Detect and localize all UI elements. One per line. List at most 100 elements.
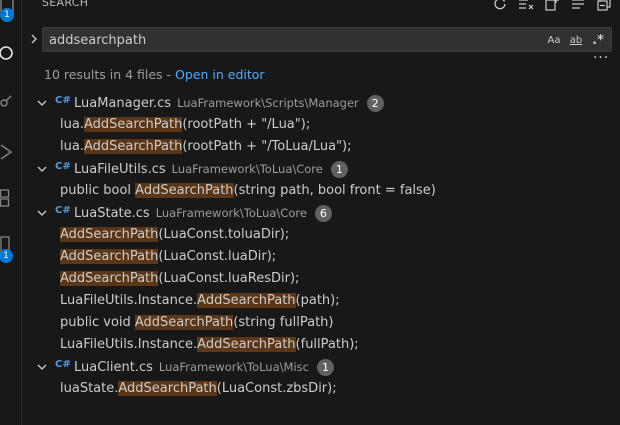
search-options: Aa ab .*	[545, 31, 607, 49]
match-suffix: (rootPath + "/ToLua/Lua");	[182, 139, 352, 154]
search-icon[interactable]	[0, 38, 22, 68]
file-result-row[interactable]: C# LuaClient.cs LuaFramework\ToLua\Misc 1	[22, 356, 620, 378]
results-count-text: 10 results in 4 files -	[44, 67, 176, 82]
match-line-row[interactable]: LuaFileUtils.Instance.AddSearchPath(path…	[22, 290, 620, 312]
explorer-badge: 1	[0, 8, 14, 22]
match-line: LuaFileUtils.Instance.AddSearchPath(full…	[60, 337, 359, 352]
match-line: lua.AddSearchPath(rootPath + "/ToLua/Lua…	[60, 139, 352, 154]
match-highlight: AddSearchPath	[60, 271, 159, 286]
file-path: LuaFramework\ToLua\Core	[171, 162, 323, 176]
refresh-icon[interactable]	[492, 0, 508, 12]
view-as-tree-icon[interactable]	[570, 0, 586, 12]
match-suffix: (string fullPath)	[233, 315, 334, 330]
match-line-row[interactable]: public bool AddSearchPath(string path, b…	[22, 180, 620, 202]
match-suffix: (LuaConst.toluaDir);	[158, 227, 290, 242]
file-name-text: LuaFileUtils.cs	[74, 162, 166, 177]
match-whole-word-label: ab	[569, 34, 583, 46]
toggle-search-details-icon[interactable]: ···	[593, 50, 609, 66]
match-prefix: lua.	[60, 117, 84, 132]
match-suffix: (rootPath + "/Lua");	[182, 117, 311, 132]
chevron-down-icon[interactable]	[36, 97, 48, 109]
csharp-file-icon: C#	[55, 359, 71, 370]
match-suffix: (LuaConst.luaDir);	[158, 249, 277, 264]
match-line-row[interactable]: LuaFileUtils.Instance.AddSearchPath(full…	[22, 334, 620, 356]
use-regex-toggle[interactable]: .*	[589, 31, 607, 49]
match-line: LuaFileUtils.Instance.AddSearchPath(path…	[60, 293, 340, 308]
match-line-row[interactable]: public void AddSearchPath(string fullPat…	[22, 312, 620, 334]
file-name: LuaState.cs LuaFramework\ToLua\Core 6	[74, 205, 332, 222]
match-line: AddSearchPath(LuaConst.toluaDir);	[60, 227, 289, 242]
new-search-editor-icon[interactable]	[544, 0, 560, 12]
csharp-file-icon: C#	[55, 205, 71, 216]
match-highlight: AddSearchPath	[60, 249, 159, 264]
chevron-down-icon[interactable]	[36, 163, 48, 175]
file-name-text: LuaClient.cs	[74, 360, 153, 375]
match-suffix: (string path, bool front = false)	[233, 183, 436, 198]
match-suffix: (LuaConst.luaResDir);	[158, 271, 300, 286]
panel-title: SEARCH	[42, 0, 89, 9]
file-result-row[interactable]: C# LuaFileUtils.cs LuaFramework\ToLua\Core…	[22, 158, 620, 180]
match-highlight: AddSearchPath	[118, 381, 217, 396]
match-prefix: lua.	[60, 139, 84, 154]
explorer-icon[interactable]: 1	[0, 0, 22, 22]
match-line: AddSearchPath(LuaConst.luaDir);	[60, 249, 276, 264]
chevron-down-icon[interactable]	[36, 207, 48, 219]
match-line-row[interactable]: luaState.AddSearchPath(LuaConst.zbsDir);	[22, 378, 620, 400]
match-suffix: (fullPath);	[295, 337, 359, 352]
chevron-down-icon[interactable]	[36, 361, 48, 373]
collapse-all-icon[interactable]	[596, 0, 612, 12]
match-line: lua.AddSearchPath(rootPath + "/Lua");	[60, 117, 310, 132]
clear-results-icon[interactable]	[518, 0, 534, 12]
source-control-icon[interactable]	[0, 88, 22, 118]
match-highlight: AddSearchPath	[60, 227, 159, 242]
match-suffix: (LuaConst.zbsDir);	[216, 381, 337, 396]
match-line-row[interactable]: AddSearchPath(LuaConst.luaDir);	[22, 246, 620, 268]
file-path: LuaFramework\ToLua\Misc	[158, 360, 309, 374]
file-name: LuaClient.cs LuaFramework\ToLua\Misc 1	[74, 359, 334, 376]
search-box: Aa ab .*	[42, 27, 612, 52]
match-line-row[interactable]: lua.AddSearchPath(rootPath + "/Lua");	[22, 114, 620, 136]
file-result-row[interactable]: C# LuaManager.cs LuaFramework\Scripts\Mana…	[22, 92, 620, 114]
match-line: AddSearchPath(LuaConst.luaResDir);	[60, 271, 299, 286]
file-name-text: LuaManager.cs	[74, 96, 172, 111]
match-highlight: AddSearchPath	[83, 139, 183, 154]
csharp-file-icon: C#	[55, 95, 71, 106]
run-debug-icon[interactable]	[0, 137, 22, 167]
testing-badge: 1	[0, 249, 13, 263]
search-panel: SEARCH Aa ab .* ··· 10 results in 4 file…	[22, 0, 620, 425]
match-line-row[interactable]: AddSearchPath(LuaConst.luaResDir);	[22, 268, 620, 290]
match-whole-word-toggle[interactable]: ab	[567, 31, 585, 49]
match-line: public bool AddSearchPath(string path, b…	[60, 183, 436, 198]
extensions-icon[interactable]	[0, 183, 22, 213]
file-name-text: LuaState.cs	[74, 206, 150, 221]
match-count-badge: 1	[330, 161, 348, 178]
match-count-badge: 1	[316, 359, 334, 376]
match-line-row[interactable]: AddSearchPath(LuaConst.toluaDir);	[22, 224, 620, 246]
match-line: luaState.AddSearchPath(LuaConst.zbsDir);	[60, 381, 337, 396]
match-highlight: AddSearchPath	[135, 183, 234, 198]
results-summary: 10 results in 4 files - Open in editor	[44, 67, 265, 82]
match-prefix: LuaFileUtils.Instance.	[60, 293, 198, 308]
search-input[interactable]	[49, 31, 529, 49]
match-highlight: AddSearchPath	[83, 117, 183, 132]
match-prefix: public bool	[60, 183, 136, 198]
match-prefix: LuaFileUtils.Instance.	[60, 337, 198, 352]
file-name: LuaFileUtils.cs LuaFramework\ToLua\Core 1	[74, 161, 348, 178]
csharp-file-icon: C#	[55, 161, 71, 172]
file-path: LuaFramework\Scripts\Manager	[177, 96, 359, 110]
testing-icon[interactable]: 1	[0, 230, 22, 263]
match-prefix: luaState.	[60, 381, 119, 396]
match-case-toggle[interactable]: Aa	[545, 31, 563, 49]
toggle-replace-chevron-icon[interactable]	[26, 30, 42, 48]
match-highlight: AddSearchPath	[134, 315, 234, 330]
match-suffix: (path);	[295, 293, 340, 308]
open-in-editor-link[interactable]: Open in editor	[175, 67, 265, 82]
file-path: LuaFramework\ToLua\Core	[155, 206, 307, 220]
match-highlight: AddSearchPath	[197, 337, 296, 352]
match-prefix: public void	[60, 315, 135, 330]
match-line-row[interactable]: lua.AddSearchPath(rootPath + "/ToLua/Lua…	[22, 136, 620, 158]
match-count-badge: 2	[366, 95, 384, 112]
file-name: LuaManager.cs LuaFramework\Scripts\Manage…	[74, 95, 384, 112]
activity-bar: 1 1	[0, 0, 22, 425]
file-result-row[interactable]: C# LuaState.cs LuaFramework\ToLua\Core 6	[22, 202, 620, 224]
